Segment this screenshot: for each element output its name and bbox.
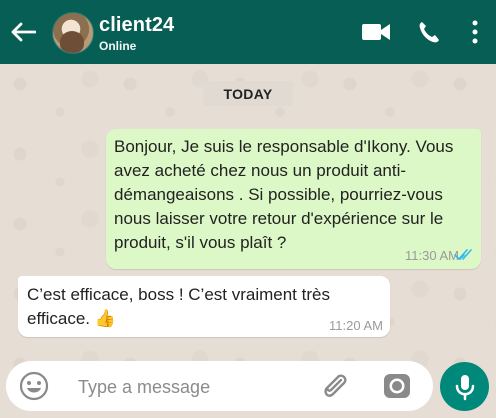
phone-icon <box>419 22 439 43</box>
contact-status: Online <box>99 39 137 53</box>
paperclip-icon[interactable] <box>317 368 353 404</box>
outgoing-message-time: 11:30 AM <box>405 248 459 263</box>
emoji-icon[interactable] <box>19 371 49 401</box>
microphone-icon <box>455 374 474 400</box>
incoming-message-time: 11:20 AM <box>329 318 383 333</box>
microphone-button[interactable] <box>440 362 489 411</box>
outgoing-message-text: Bonjour, Je suis le responsable d'Ikony.… <box>114 137 454 252</box>
message-input[interactable] <box>76 373 315 401</box>
video-call-icon <box>362 24 390 40</box>
chat-header: client24 Online <box>0 0 496 64</box>
voice-call-button[interactable] <box>414 16 444 48</box>
double-check-icon <box>454 249 472 260</box>
incoming-message-bubble[interactable]: C’est efficace, boss ! C’est vraiment tr… <box>18 276 390 337</box>
more-options-icon <box>472 20 478 44</box>
date-separator: TODAY <box>203 81 293 106</box>
camera-icon[interactable] <box>381 371 413 401</box>
avatar[interactable] <box>52 12 94 54</box>
outgoing-message-bubble[interactable]: Bonjour, Je suis le responsable d'Ikony.… <box>106 129 481 269</box>
back-button[interactable] <box>8 17 38 47</box>
more-options-button[interactable] <box>463 16 487 48</box>
video-call-button[interactable] <box>356 16 396 48</box>
back-arrow-icon <box>11 22 36 42</box>
incoming-message-text: C’est efficace, boss ! C’est vraiment tr… <box>27 285 330 328</box>
contact-name[interactable]: client24 <box>99 14 174 37</box>
message-composer <box>6 361 433 411</box>
